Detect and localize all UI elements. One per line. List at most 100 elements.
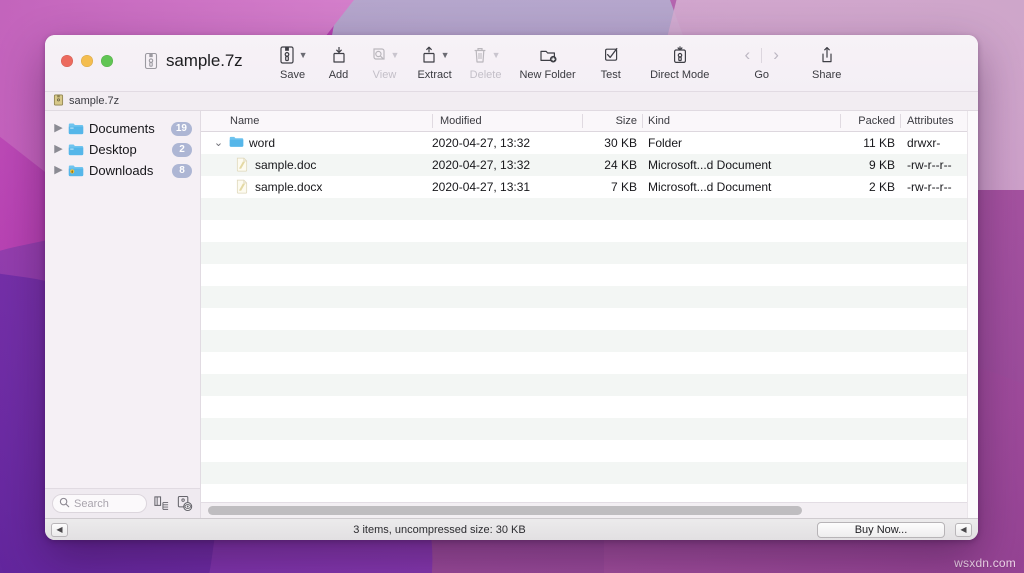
toolbar-test-button[interactable]: Test (585, 43, 637, 81)
panel-toggle-right-button[interactable]: ◀ (955, 523, 972, 537)
minimize-button[interactable] (81, 55, 93, 67)
file-list-pane: Name Modified Size Kind Packed Attribute… (201, 111, 978, 518)
layout-icon[interactable] (153, 495, 170, 513)
preview-icon[interactable] (176, 495, 193, 513)
path-bar-label: sample.7z (69, 95, 119, 107)
path-bar[interactable]: sample.7z (45, 92, 978, 111)
toolbar-item-label: Add (329, 69, 349, 81)
file-name: word (249, 136, 275, 150)
chevron-right-icon[interactable]: ▶ (54, 144, 63, 155)
table-row[interactable]: ⌄ word 2020-04-27, 13:32 30 KB (201, 132, 978, 154)
folder-icon (68, 143, 84, 156)
view-icon: ▼ (370, 43, 400, 67)
empty-row (201, 418, 978, 440)
sidebar-item-badge: 19 (171, 122, 192, 136)
search-icon (59, 495, 70, 513)
column-header-name[interactable]: Name (201, 111, 432, 131)
cell-name: sample.doc (201, 154, 432, 176)
cell-attributes: drwxr- (900, 132, 972, 154)
empty-row (201, 462, 978, 484)
watermark: wsxdn.com (954, 556, 1016, 570)
archive-icon (53, 94, 64, 109)
column-header-size[interactable]: Size (582, 111, 642, 131)
horizontal-scrollbar-strip (201, 502, 978, 518)
table-row[interactable]: sample.doc 2020-04-27, 13:32 24 KB Micro… (201, 154, 978, 176)
new-folder-icon (538, 43, 558, 67)
vertical-scrollbar[interactable] (967, 111, 978, 518)
nav-group: ‹ › (737, 43, 787, 67)
zoom-button[interactable] (101, 55, 113, 67)
chevron-down-icon[interactable]: ▼ (299, 51, 308, 60)
buy-now-button[interactable]: Buy Now... (817, 522, 945, 538)
search-box[interactable] (52, 494, 147, 513)
disclosure-triangle-icon[interactable]: ⌄ (213, 138, 224, 149)
toolbar-item-label: Delete (470, 69, 502, 81)
sidebar-footer (45, 488, 200, 518)
table-row[interactable]: sample.docx 2020-04-27, 13:31 7 KB Micro… (201, 176, 978, 198)
empty-row (201, 374, 978, 396)
chevron-right-icon[interactable]: ▶ (54, 123, 63, 134)
archive-icon (143, 52, 159, 70)
empty-row (201, 242, 978, 264)
toolbar-item-label: New Folder (519, 69, 575, 81)
search-input[interactable] (74, 498, 140, 510)
toolbar-extract-button[interactable]: ▼ Extract (408, 43, 460, 81)
folder-icon (229, 135, 244, 151)
empty-rows-container (201, 198, 978, 502)
forward-icon[interactable]: › (765, 45, 787, 65)
sidebar-item-downloads[interactable]: ▶ Downloads 8 (45, 160, 200, 181)
horizontal-scrollbar-thumb[interactable] (208, 506, 802, 515)
chevron-down-icon[interactable]: ▼ (492, 51, 501, 60)
column-header-kind[interactable]: Kind (642, 111, 840, 131)
toolbar-add-button[interactable]: Add (317, 43, 361, 81)
cell-attributes: -rw-r--r-- (900, 176, 972, 198)
column-header-modified[interactable]: Modified (432, 111, 582, 131)
sidebar: ▶ Documents 19 ▶ (45, 111, 201, 518)
empty-row (201, 440, 978, 462)
toolbar-delete-button[interactable]: ▼ Delete (461, 43, 511, 81)
doc-file-icon (235, 157, 250, 173)
chevron-right-icon[interactable]: ▶ (54, 165, 63, 176)
toolbar-item-label: Test (601, 69, 621, 81)
cell-size: 24 KB (582, 154, 642, 176)
cell-attributes: -rw-r--r-- (900, 154, 972, 176)
chevron-down-icon[interactable]: ▼ (391, 51, 400, 60)
toolbar-share-button[interactable]: Share (801, 43, 853, 81)
file-name: sample.docx (255, 180, 322, 194)
back-icon[interactable]: ‹ (737, 45, 759, 65)
empty-row (201, 286, 978, 308)
nav-divider (761, 48, 762, 63)
column-header-attributes[interactable]: Attributes (900, 111, 972, 131)
cell-kind: Microsoft...d Document (642, 176, 840, 198)
toolbar-item-label: Go (754, 69, 769, 81)
sidebar-item-documents[interactable]: ▶ Documents 19 (45, 118, 200, 139)
cell-modified: 2020-04-27, 13:32 (432, 154, 582, 176)
close-button[interactable] (61, 55, 73, 67)
toolbar-new-folder-button[interactable]: New Folder (510, 43, 584, 81)
toolbar-direct-mode-button[interactable]: Direct Mode (637, 43, 723, 81)
toolbar-item-label: Extract (417, 69, 451, 81)
toolbar-view-button[interactable]: ▼ View (361, 43, 409, 81)
empty-row (201, 220, 978, 242)
cell-size: 7 KB (582, 176, 642, 198)
cell-name: ⌄ word (201, 132, 432, 154)
horizontal-scrollbar-track[interactable] (208, 506, 970, 515)
column-header-packed[interactable]: Packed (840, 111, 900, 131)
sidebar-item-badge: 8 (172, 164, 192, 178)
window-title: sample.7z (166, 51, 243, 71)
archive-window: sample.7z ▼ Save (45, 35, 978, 540)
toolbar-item-label: Share (812, 69, 841, 81)
sidebar-list: ▶ Documents 19 ▶ (45, 111, 200, 181)
window-title-group: sample.7z (113, 35, 243, 71)
sidebar-item-desktop[interactable]: ▶ Desktop 2 (45, 139, 200, 160)
empty-row (201, 308, 978, 330)
toolbar-save-button[interactable]: ▼ Save (269, 43, 317, 81)
trash-icon: ▼ (471, 43, 501, 67)
doc-file-icon (235, 179, 250, 195)
window-body: ▶ Documents 19 ▶ (45, 111, 978, 518)
cell-modified: 2020-04-27, 13:32 (432, 132, 582, 154)
chevron-down-icon[interactable]: ▼ (441, 51, 450, 60)
toolbar-item-label: Direct Mode (650, 69, 709, 81)
window-toolbar: sample.7z ▼ Save (45, 35, 978, 92)
toolbar-go-nav: ‹ › Go (723, 43, 801, 81)
